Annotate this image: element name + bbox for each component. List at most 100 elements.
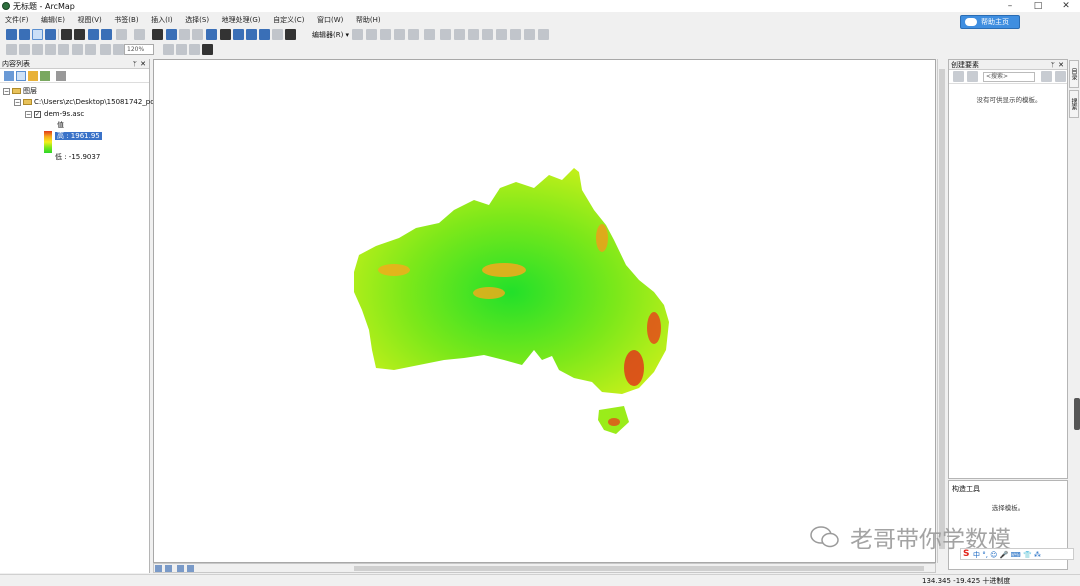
layer-visibility-checkbox[interactable]: ✓ (34, 111, 41, 118)
layout-view-icon[interactable] (165, 565, 172, 572)
trace-icon[interactable] (408, 29, 419, 40)
back-extent-icon[interactable] (88, 29, 99, 40)
menu-geoprocessing[interactable]: 地理处理(G) (217, 13, 266, 25)
source-folder-node[interactable]: − C:\Users\zc\Desktop\15081742_pc (14, 98, 154, 106)
list-by-drawing-order-icon[interactable] (4, 71, 14, 81)
menu-edit[interactable]: 编辑(E) (36, 13, 70, 25)
forward-extent-icon[interactable] (101, 29, 112, 40)
menu-customize[interactable]: 自定义(C) (268, 13, 309, 25)
menu-insert[interactable]: 插入(I) (146, 13, 178, 25)
attributes-icon[interactable] (510, 29, 521, 40)
route-icon[interactable] (233, 29, 244, 40)
hyperlink-icon[interactable] (179, 29, 190, 40)
page-setup-icon[interactable] (189, 44, 200, 55)
pause-drawing-icon[interactable] (187, 565, 194, 572)
collapse-icon[interactable]: − (3, 88, 10, 95)
fixed-zoom-in-icon[interactable] (61, 29, 72, 40)
pan-icon[interactable] (32, 29, 43, 40)
catalog-tab[interactable]: 目录 (1069, 60, 1079, 88)
layer-node[interactable]: − ✓ dem-9s.asc (25, 110, 84, 118)
search-icon[interactable] (1041, 71, 1052, 82)
end-point-arc-icon[interactable] (394, 29, 405, 40)
time-slider-icon[interactable] (259, 29, 270, 40)
layout-options-icon[interactable] (202, 44, 213, 55)
focus-data-frame-icon[interactable] (113, 44, 124, 55)
menu-windows[interactable]: 窗口(W) (312, 13, 348, 25)
sogou-logo[interactable]: S (963, 549, 969, 559)
cut-polygons-icon[interactable] (468, 29, 479, 40)
swipe-icon[interactable] (272, 29, 283, 40)
list-by-selection-icon[interactable] (40, 71, 50, 81)
create-features-close-icon[interactable]: ✕ (1058, 60, 1064, 70)
zoom-level-box[interactable]: 120% (124, 44, 154, 55)
zoom-out-icon[interactable] (19, 29, 30, 40)
full-extent-icon[interactable] (45, 29, 56, 40)
vertical-scrollbar[interactable] (937, 59, 946, 563)
pin-icon[interactable]: ᛘ (1051, 60, 1055, 70)
menu-view[interactable]: 视图(V) (72, 13, 106, 25)
create-features-icon[interactable] (538, 29, 549, 40)
menu-help[interactable]: 帮助(H) (351, 13, 386, 25)
collapse-icon[interactable]: − (25, 111, 32, 118)
split-icon[interactable] (482, 29, 493, 40)
fixed-zoom-out-page-icon[interactable] (85, 44, 96, 55)
zoom-whole-page-icon[interactable] (6, 44, 17, 55)
maximize-button[interactable]: □ (1024, 0, 1052, 12)
rotate-icon[interactable] (496, 29, 507, 40)
horizontal-scrollbar[interactable] (354, 566, 924, 571)
close-button[interactable]: ✕ (1052, 0, 1080, 12)
template-properties-icon[interactable] (1055, 71, 1066, 82)
edit-vertices-icon[interactable] (440, 29, 451, 40)
change-layout-icon[interactable] (163, 44, 174, 55)
layers-label: 图层 (23, 87, 37, 95)
cloud-upload-button[interactable]: 帮助主页 (960, 15, 1020, 29)
editor-dropdown[interactable]: 编辑器(R) ▾ (312, 30, 349, 40)
layout-pan-icon[interactable] (45, 44, 56, 55)
layout-zoom-in-icon[interactable] (19, 44, 30, 55)
template-search-input[interactable]: <搜索> (983, 72, 1035, 82)
list-by-source-icon[interactable] (16, 71, 26, 81)
toggle-draft-icon[interactable] (100, 44, 111, 55)
identify-icon[interactable] (166, 29, 177, 40)
point-icon[interactable] (424, 29, 435, 40)
fixed-zoom-out-icon[interactable] (74, 29, 85, 40)
fixed-zoom-in-page-icon[interactable] (72, 44, 83, 55)
list-by-visibility-icon[interactable] (28, 71, 38, 81)
menu-file[interactable]: 文件(F) (0, 13, 34, 25)
sketch-properties-icon[interactable] (524, 29, 535, 40)
search-tab[interactable]: 搜索 (1069, 90, 1079, 118)
legend-high-label[interactable]: 高 : 1961.95 (55, 131, 102, 141)
measure-icon[interactable] (206, 29, 217, 40)
filter-icon[interactable] (967, 71, 978, 82)
data-driven-pages-icon[interactable] (176, 44, 187, 55)
menu-selection[interactable]: 选择(S) (180, 13, 214, 25)
map-canvas[interactable] (153, 59, 936, 563)
collapse-icon[interactable]: − (14, 99, 21, 106)
pin-icon[interactable]: ᛘ (133, 59, 137, 69)
edge-scroll-handle[interactable] (1074, 398, 1080, 430)
select-by-graphics-icon[interactable] (116, 29, 127, 40)
straight-segment-icon[interactable] (380, 29, 391, 40)
scrollbar-thumb[interactable] (939, 69, 945, 549)
data-view-icon[interactable] (155, 565, 162, 572)
edit-annotation-icon[interactable] (366, 29, 377, 40)
goto-xy-icon[interactable] (246, 29, 257, 40)
ime-status-text[interactable]: 中 °, ☺ 🎤 ⌨ 👕 ⁂ (973, 550, 1041, 560)
zoom-100-icon[interactable] (58, 44, 69, 55)
edit-tool-icon[interactable] (352, 29, 363, 40)
minimize-button[interactable]: – (996, 0, 1024, 12)
refresh-icon[interactable] (177, 565, 184, 572)
html-popup-icon[interactable] (192, 29, 203, 40)
toc-close-icon[interactable]: ✕ (140, 59, 146, 69)
select-elements-icon[interactable] (152, 29, 163, 40)
clear-selection-icon[interactable] (134, 29, 145, 40)
layers-node[interactable]: − 图层 (3, 86, 37, 96)
reshape-icon[interactable] (454, 29, 465, 40)
zoom-in-icon[interactable] (6, 29, 17, 40)
find-icon[interactable] (220, 29, 231, 40)
menu-bookmarks[interactable]: 书签(B) (109, 13, 143, 25)
create-viewer-icon[interactable] (285, 29, 296, 40)
toc-options-icon[interactable] (56, 71, 66, 81)
organize-templates-icon[interactable] (953, 71, 964, 82)
layout-zoom-out-icon[interactable] (32, 44, 43, 55)
